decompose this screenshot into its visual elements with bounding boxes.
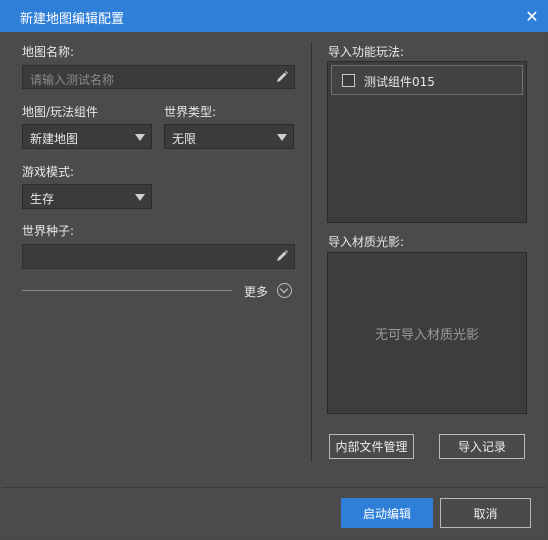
map-component-select[interactable]: 新建地图	[22, 124, 152, 149]
import-gameplay-label: 导入功能玩法:	[328, 45, 405, 59]
game-mode-value: 生存	[30, 192, 55, 206]
footer-divider	[2, 487, 546, 488]
dialog-title: 新建地图编辑配置	[20, 12, 125, 27]
world-type-value: 无限	[172, 132, 197, 146]
map-name-placeholder: 请输入测试名称	[30, 73, 115, 87]
list-item-label: 测试组件015	[364, 75, 435, 89]
pencil-icon[interactable]	[275, 70, 289, 84]
import-shader-list: 无可导入材质光影	[327, 252, 527, 414]
more-divider	[22, 290, 232, 291]
more-button[interactable]: 更多	[244, 283, 268, 300]
internal-files-button[interactable]: 内部文件管理	[329, 434, 414, 459]
map-name-field[interactable]: 请输入测试名称	[22, 65, 295, 89]
world-type-select[interactable]: 无限	[164, 124, 294, 149]
import-gameplay-list: 测试组件015	[327, 61, 527, 223]
empty-state-text: 无可导入材质光影	[374, 328, 479, 343]
map-component-value: 新建地图	[30, 132, 79, 146]
start-edit-button[interactable]: 启动编辑	[341, 498, 433, 528]
world-seed-field[interactable]	[22, 244, 295, 269]
import-log-button[interactable]: 导入记录	[439, 434, 525, 459]
game-mode-select[interactable]: 生存	[22, 184, 152, 209]
cancel-button[interactable]: 取消	[440, 498, 531, 528]
dropdown-arrow-icon	[277, 134, 287, 141]
game-mode-label: 游戏模式:	[22, 165, 75, 179]
map-name-label: 地图名称:	[22, 45, 75, 59]
chevron-down-circle-icon[interactable]	[277, 283, 292, 298]
pencil-icon[interactable]	[275, 249, 289, 263]
title-bar: 新建地图编辑配置 ✕	[0, 0, 548, 32]
map-component-label: 地图/玩法组件	[22, 105, 99, 119]
dropdown-arrow-icon	[135, 134, 145, 141]
import-shader-label: 导入材质光影:	[328, 235, 405, 249]
world-type-label: 世界类型:	[164, 105, 217, 119]
checkbox[interactable]	[342, 74, 355, 87]
dropdown-arrow-icon	[135, 194, 145, 201]
dialog-body: 地图名称: 请输入测试名称 地图/玩法组件 新建地图 世界类型: 无限 游戏模式…	[2, 32, 546, 538]
list-item[interactable]: 测试组件015	[331, 65, 523, 95]
close-icon: ✕	[525, 6, 539, 26]
world-seed-label: 世界种子:	[22, 224, 75, 238]
column-divider	[311, 42, 312, 462]
close-button[interactable]: ✕	[516, 0, 548, 32]
